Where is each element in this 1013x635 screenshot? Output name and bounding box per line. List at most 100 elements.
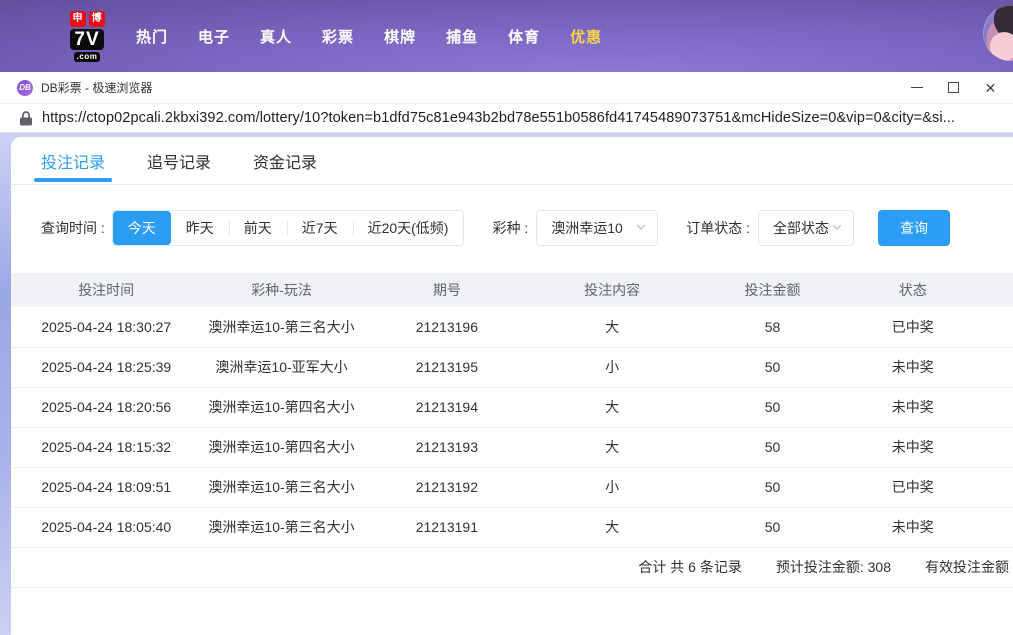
logo-badges: 申 博 <box>70 11 105 27</box>
nav-item-live[interactable]: 真人 <box>260 26 292 47</box>
chevron-down-icon <box>635 220 647 236</box>
amount-cell: 50 <box>692 387 852 427</box>
column-header-0: 投注时间 <box>11 273 201 307</box>
nav-item-chess[interactable]: 棋牌 <box>384 26 416 47</box>
amount-cell: 50 <box>692 347 852 387</box>
status-cell: 未中奖 <box>853 347 973 387</box>
lock-icon <box>20 111 32 126</box>
site-logo[interactable]: 申 博 7V .com <box>60 11 114 62</box>
play-cell: 澳洲幸运10-第三名大小 <box>201 507 361 547</box>
browser-titlebar: DB DB彩票 - 极速浏览器 ✕ <box>0 72 1013 103</box>
play-cell: 澳洲幸运10-第三名大小 <box>201 307 361 347</box>
status-cell: 未中奖 <box>853 387 973 427</box>
spacer-cell <box>973 427 1013 467</box>
window-title: DB彩票 - 极速浏览器 <box>41 79 152 96</box>
spacer-cell <box>973 307 1013 347</box>
browser-favicon-icon: DB <box>17 80 33 96</box>
filters-bar: 查询时间 : 今天昨天前天近7天近20天(低频) 彩种 : 澳洲幸运10 订单状… <box>11 185 1013 273</box>
table-header: 投注时间彩种-玩法期号投注内容投注金额状态 <box>11 273 1013 307</box>
table-row: 2025-04-24 18:09:51澳洲幸运10-第三名大小21213192小… <box>11 467 1013 507</box>
minimize-button[interactable] <box>898 72 935 103</box>
close-button[interactable]: ✕ <box>972 72 1009 103</box>
time-cell: 2025-04-24 18:20:56 <box>11 387 201 427</box>
amount-cell: 58 <box>692 307 852 347</box>
nav-item-sports[interactable]: 体育 <box>508 26 540 47</box>
main-nav: 热门 电子 真人 彩票 棋牌 捕鱼 体育 优惠 <box>136 26 602 47</box>
minimize-icon <box>911 87 923 88</box>
lottery-filter-label: 彩种 : <box>492 218 528 238</box>
content-cell: 小 <box>532 347 692 387</box>
logo-suffix: .com <box>74 52 101 62</box>
play-cell: 澳洲幸运10-第三名大小 <box>201 467 361 507</box>
table-row: 2025-04-24 18:20:56澳洲幸运10-第四名大小21213194大… <box>11 387 1013 427</box>
tab-chase-records[interactable]: 追号记录 <box>147 137 211 184</box>
tab-fund-records[interactable]: 资金记录 <box>253 137 317 184</box>
status-select[interactable]: 全部状态 <box>758 210 854 246</box>
column-header-4: 投注金额 <box>692 273 852 307</box>
amount-cell: 50 <box>692 427 852 467</box>
user-avatar[interactable] <box>983 5 1013 61</box>
time-cell: 2025-04-24 18:15:32 <box>11 427 201 467</box>
amount-cell: 50 <box>692 467 852 507</box>
nav-item-lottery[interactable]: 彩票 <box>322 26 354 47</box>
time-cell: 2025-04-24 18:30:27 <box>11 307 201 347</box>
status-filter-label: 订单状态 : <box>686 218 750 238</box>
time-filter-group: 今天昨天前天近7天近20天(低频) <box>112 210 465 246</box>
window-controls: ✕ <box>898 72 1009 103</box>
table-body: 2025-04-24 18:30:27澳洲幸运10-第三名大小21213196大… <box>11 307 1013 547</box>
tab-bar: 投注记录追号记录资金记录 <box>11 137 1013 185</box>
table-row: 2025-04-24 18:05:40澳洲幸运10-第三名大小21213191大… <box>11 507 1013 547</box>
screen: 申 博 7V .com 热门 电子 真人 彩票 棋牌 捕鱼 体育 优惠 DB DB彩票 - 极… <box>0 0 1013 635</box>
play-cell: 澳洲幸运10-第四名大小 <box>201 427 361 467</box>
summary-bar: 合计 共 6 条记录 预计投注金额: 308 有效投注金额 <box>11 548 1013 588</box>
amount-cell: 50 <box>692 507 852 547</box>
time-option-4[interactable]: 近20天(低频) <box>353 211 464 245</box>
nav-item-hot[interactable]: 热门 <box>136 26 168 47</box>
issue-cell: 21213193 <box>362 427 532 467</box>
status-cell: 已中奖 <box>853 467 973 507</box>
play-cell: 澳洲幸运10-第四名大小 <box>201 387 361 427</box>
time-filter-label: 查询时间 : <box>41 218 105 238</box>
status-cell: 未中奖 <box>853 427 973 467</box>
issue-cell: 21213191 <box>362 507 532 547</box>
column-header-2: 期号 <box>362 273 532 307</box>
time-cell: 2025-04-24 18:05:40 <box>11 507 201 547</box>
issue-cell: 21213192 <box>362 467 532 507</box>
play-cell: 澳洲幸运10-亚军大小 <box>201 347 361 387</box>
content-cell: 大 <box>532 427 692 467</box>
bet-records-table: 投注时间彩种-玩法期号投注内容投注金额状态 2025-04-24 18:30:2… <box>11 273 1013 548</box>
time-option-0[interactable]: 今天 <box>113 211 171 245</box>
content-cell: 大 <box>532 507 692 547</box>
tab-bet-records[interactable]: 投注记录 <box>41 137 105 184</box>
content-cell: 大 <box>532 387 692 427</box>
nav-item-promo[interactable]: 优惠 <box>570 26 602 47</box>
time-option-3[interactable]: 近7天 <box>287 211 353 245</box>
lottery-select-value: 澳洲幸运10 <box>551 218 623 238</box>
summary-total: 合计 共 6 条记录 <box>638 557 741 577</box>
query-button[interactable]: 查询 <box>878 210 950 246</box>
time-option-1[interactable]: 昨天 <box>171 211 229 245</box>
table-row: 2025-04-24 18:15:32澳洲幸运10-第四名大小21213193大… <box>11 427 1013 467</box>
time-option-2[interactable]: 前天 <box>229 211 287 245</box>
lottery-select[interactable]: 澳洲幸运10 <box>536 210 658 246</box>
issue-cell: 21213194 <box>362 387 532 427</box>
maximize-button[interactable] <box>935 72 972 103</box>
content-cell: 小 <box>532 467 692 507</box>
column-header-5: 状态 <box>853 273 973 307</box>
logo-badge-left: 申 <box>70 11 86 27</box>
nav-item-fishing[interactable]: 捕鱼 <box>446 26 478 47</box>
url-text[interactable]: https://ctop02pcali.2kbxi392.com/lottery… <box>42 110 955 126</box>
table-row: 2025-04-24 18:25:39澳洲幸运10-亚军大小21213195小5… <box>11 347 1013 387</box>
maximize-icon <box>948 82 959 93</box>
issue-cell: 21213196 <box>362 307 532 347</box>
summary-expected-amount: 预计投注金额: 308 <box>776 557 891 577</box>
time-cell: 2025-04-24 18:25:39 <box>11 347 201 387</box>
table-row: 2025-04-24 18:30:27澳洲幸运10-第三名大小21213196大… <box>11 307 1013 347</box>
content-cell: 大 <box>532 307 692 347</box>
url-bar[interactable]: https://ctop02pcali.2kbxi392.com/lottery… <box>0 103 1013 133</box>
time-cell: 2025-04-24 18:09:51 <box>11 467 201 507</box>
spacer-cell <box>973 507 1013 547</box>
nav-item-slots[interactable]: 电子 <box>198 26 230 47</box>
status-select-value: 全部状态 <box>773 218 829 238</box>
logo-main-text: 7V <box>70 29 103 50</box>
